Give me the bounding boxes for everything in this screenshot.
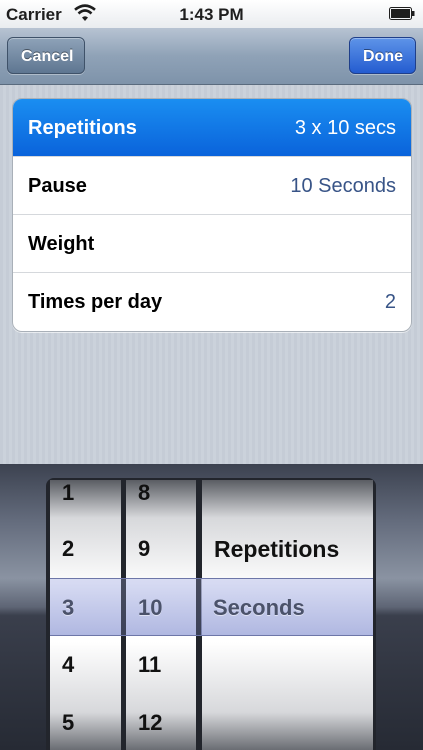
picker-selected-sets: 3 xyxy=(62,595,75,620)
picker-item: 8 xyxy=(138,480,151,505)
picker-item: 1 xyxy=(62,480,75,505)
picker-item: 11 xyxy=(138,652,162,677)
picker-selected-unit: Seconds xyxy=(213,595,305,620)
exercise-settings-table: Repetitions 3 x 10 secs Pause 10 Seconds… xyxy=(12,98,412,332)
row-value: 2 xyxy=(384,291,396,313)
table-row-weight[interactable]: Weight xyxy=(13,215,411,273)
picker-item: 4 xyxy=(62,652,75,677)
picker-selection-indicator: 3 10 Seconds xyxy=(50,578,373,636)
status-time: 1:43 PM xyxy=(179,5,244,24)
row-label: Times per day xyxy=(28,291,163,313)
row-label: Weight xyxy=(28,233,95,255)
picker-selected-amount: 10 xyxy=(138,595,163,620)
picker-item: Repetitions xyxy=(214,536,340,562)
picker-item: 9 xyxy=(138,536,151,561)
picker-item: 2 xyxy=(62,536,75,561)
battery-icon xyxy=(389,7,415,20)
row-label: Repetitions xyxy=(28,117,137,139)
row-value: 10 Seconds xyxy=(290,175,396,197)
status-bar: Carrier 1:43 PM xyxy=(0,0,423,28)
picker-item: 5 xyxy=(62,710,75,735)
row-value: 3 x 10 secs xyxy=(294,117,396,139)
done-button[interactable]: Done xyxy=(349,37,416,74)
picker-item: 12 xyxy=(138,710,163,735)
cancel-button[interactable]: Cancel xyxy=(7,37,85,74)
navigation-bar: Cancel Done xyxy=(0,28,423,85)
table-row-times-per-day[interactable]: Times per day 2 xyxy=(13,273,411,331)
table-row-repetitions[interactable]: Repetitions 3 x 10 secs xyxy=(13,99,411,157)
table-row-pause[interactable]: Pause 10 Seconds xyxy=(13,157,411,215)
row-label: Pause xyxy=(28,175,87,197)
